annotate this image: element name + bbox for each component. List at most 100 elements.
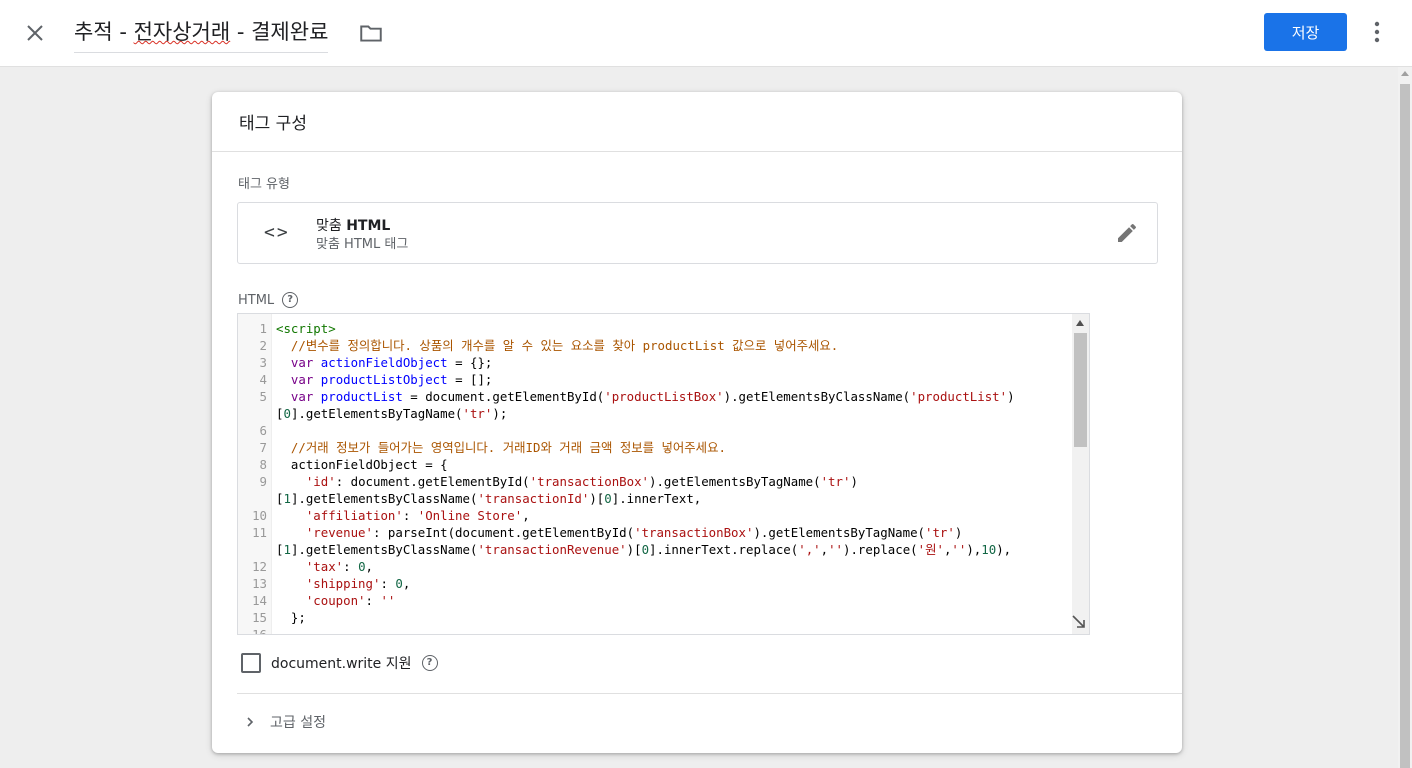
top-bar: 추적 - 전자상거래 - 결제완료 저장 <box>0 0 1412 67</box>
code-text: //변수를 정의합니다. 상품의 개수를 알 수 있는 요소를 찾아 produ… <box>276 337 838 354</box>
code-token: : <box>402 508 418 523</box>
code-line: 9 'id': document.getElementById('transac… <box>238 473 1072 490</box>
editor-scrollbar[interactable] <box>1072 314 1089 634</box>
tag-configuration-card: 태그 구성 태그 유형 <> 맞춤 HTML 맞춤 HTML 태그 HTML ?… <box>212 92 1182 753</box>
code-text: [1].getElementsByClassName('transactionR… <box>276 541 1011 558</box>
code-text: [1].getElementsByClassName('transactionI… <box>276 490 701 507</box>
tag-type-selector[interactable]: <> 맞춤 HTML 맞춤 HTML 태그 <box>237 202 1158 264</box>
close-button[interactable] <box>20 18 50 48</box>
html-label-text: HTML <box>238 292 275 308</box>
help-icon[interactable]: ? <box>282 292 299 308</box>
code-token: ).getElementsByTagName( <box>649 474 821 489</box>
document-write-checkbox[interactable] <box>241 653 261 673</box>
card-title: 태그 구성 <box>212 92 1182 152</box>
code-line: 8 actionFieldObject = { <box>238 456 1072 473</box>
tag-type-name: 맞춤 HTML <box>316 215 390 235</box>
code-token: 0 <box>358 559 366 574</box>
code-token: '' <box>380 593 396 608</box>
code-token: 'coupon' <box>305 593 366 608</box>
code-token: var <box>290 389 314 404</box>
line-number: 15 <box>252 610 267 625</box>
code-token: //변수를 정의합니다. 상품의 개수를 알 수 있는 요소를 찾아 produ… <box>276 338 839 353</box>
html-code-editor[interactable]: 1 <script> 2 //변수를 정의합니다. 상품의 개수를 알 수 있는 요… <box>237 313 1090 635</box>
line-number: 6 <box>259 423 267 438</box>
code-token: '' <box>828 542 844 557</box>
code-token: ), <box>966 542 982 557</box>
code-line: 10 'affiliation': 'Online Store', <box>238 507 1072 524</box>
code-token: 0 <box>604 491 612 506</box>
edit-tag-type-button[interactable] <box>1115 221 1139 245</box>
line-number: 5 <box>259 389 267 404</box>
code-token: = document.getElementById( <box>402 389 605 404</box>
code-token: 'tax' <box>305 559 344 574</box>
code-text: [0].getElementsByTagName('tr'); <box>276 405 507 422</box>
code-token: ) <box>954 525 963 540</box>
code-token: ].getElementsByTagName( <box>290 406 463 421</box>
tag-type-name-prefix: 맞춤 <box>316 218 347 234</box>
code-text: 'shipping': 0, <box>276 575 410 592</box>
tag-title-field[interactable]: 추적 - 전자상거래 - 결제완료 <box>74 16 329 53</box>
advanced-settings-label: 고급 설정 <box>270 715 326 731</box>
code-token: , <box>365 559 374 574</box>
code-line: 2 //변수를 정의합니다. 상품의 개수를 알 수 있는 요소를 찾아 pro… <box>238 337 1072 354</box>
line-number: 13 <box>252 576 267 591</box>
code-token: ).getElementsByClassName( <box>723 389 911 404</box>
code-line: 14 'coupon': '' <box>238 592 1072 609</box>
help-icon[interactable]: ? <box>421 655 438 671</box>
more-options-button[interactable] <box>1364 18 1390 46</box>
code-token: = {}; <box>447 355 493 370</box>
resize-handle[interactable] <box>1071 614 1087 630</box>
title-part-spell: 전자상거래 <box>133 20 231 44</box>
line-number: 7 <box>259 440 267 455</box>
advanced-settings-toggle[interactable]: 고급 설정 <box>244 712 326 732</box>
code-text: <script> <box>276 320 336 337</box>
code-line: [1].getElementsByClassName('transactionI… <box>238 490 1072 507</box>
code-token: var <box>290 372 314 387</box>
code-token: 'transactionBox' <box>529 474 650 489</box>
editor-scrollbar-thumb[interactable] <box>1074 333 1087 447</box>
code-token: 'transactionBox' <box>634 525 754 540</box>
code-text: 'affiliation': 'Online Store', <box>276 507 530 524</box>
code-text: 'id': document.getElementById('transacti… <box>276 473 858 490</box>
line-number <box>238 405 276 422</box>
line-number: 4 <box>259 372 267 387</box>
line-number: 11 <box>252 525 267 540</box>
title-part-2: - 결제완료 <box>230 20 329 44</box>
line-number: 14 <box>252 593 267 608</box>
scrollbar-thumb[interactable] <box>1400 84 1410 768</box>
code-token: ); <box>492 406 508 421</box>
code-token: '원' <box>917 542 944 557</box>
code-token: : <box>343 559 359 574</box>
code-token: actionFieldObject = { <box>276 457 448 472</box>
editor-scroll-up-icon[interactable] <box>1076 320 1084 326</box>
code-line: 1 <script> <box>238 320 1072 337</box>
code-token: 'shipping' <box>305 576 381 591</box>
code-token: 'Online Store' <box>417 508 523 523</box>
folder-icon <box>360 25 382 42</box>
title-part-1: 추적 - <box>74 20 134 44</box>
document-write-option: document.write 지원 ? <box>241 653 438 673</box>
scroll-up-arrow-icon[interactable] <box>1401 71 1409 76</box>
code-line: [1].getElementsByClassName('transactionR… <box>238 541 1072 558</box>
code-token: var <box>290 355 314 370</box>
folder-button[interactable] <box>358 20 384 46</box>
tag-type-name-bold: HTML <box>346 218 391 234</box>
line-number: 1 <box>259 321 267 336</box>
code-token: , <box>522 508 530 523</box>
code-token: = []; <box>447 372 493 387</box>
code-token: actionFieldObject <box>320 355 448 370</box>
code-token: 'tr' <box>462 406 493 421</box>
code-line: 13 'shipping': 0, <box>238 575 1072 592</box>
resize-arrow-icon <box>1072 615 1085 628</box>
document-write-label: document.write 지원 <box>271 656 412 672</box>
page-scrollbar[interactable] <box>1398 67 1412 768</box>
more-vert-icon <box>1374 21 1380 43</box>
save-button[interactable]: 저장 <box>1264 13 1347 51</box>
code-text: var productList = document.getElementByI… <box>276 388 1015 405</box>
code-token: '' <box>951 542 967 557</box>
